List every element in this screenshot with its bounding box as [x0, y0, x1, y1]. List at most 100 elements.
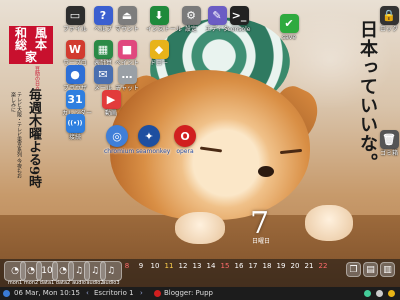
browser-icon: ● — [65, 65, 85, 84]
calendar-day[interactable]: 21 — [302, 262, 316, 270]
desktop-icon-label: 接続 — [68, 134, 81, 141]
desktop-icon-label: 設定 — [184, 26, 197, 33]
calendar-day[interactable]: 15 — [218, 262, 232, 270]
mount-icon: ⏏ — [117, 6, 137, 25]
clock-widget: 7 日曜日 — [250, 206, 370, 246]
desktop-icon-settings[interactable]: ⚙ 設定 — [178, 6, 204, 33]
desktop-icon-mail[interactable]: ✉ メール — [90, 65, 116, 92]
desktop-icon-network[interactable]: ((•)) 接続 — [62, 114, 88, 141]
taskbar-task[interactable]: Blogger: Pupp — [164, 287, 213, 300]
editor-icon: ✎ — [207, 6, 227, 25]
desktop-icon-browser[interactable]: ● ブラウザ — [62, 65, 88, 92]
desktop-icon-label: chromium — [104, 148, 135, 155]
dock-tray-icon[interactable]: ▥ — [380, 262, 395, 277]
desktop-icon-wordpro[interactable]: W ワープロ — [62, 40, 88, 67]
taskbar-datetime[interactable]: 06 Mar, Mon 10:15 — [14, 287, 80, 300]
mail-icon: ✉ — [93, 65, 113, 84]
dock-item-audio3[interactable]: ♫ — [100, 261, 122, 281]
desktop-icon-file[interactable]: ▭ ファイル — [62, 6, 88, 33]
desktop-icon-opera[interactable]: Oopera — [172, 125, 198, 155]
desktop-icon-label: マウント — [114, 26, 139, 33]
desktop-icon-chromium[interactable]: ◎ chromium — [104, 125, 135, 155]
desktop-icon-calendar[interactable]: 31カレンダー — [62, 90, 92, 117]
desktop-icon-label: 動画 — [104, 110, 117, 117]
opera-icon: O — [174, 125, 196, 147]
desktop-icon-mount[interactable]: ⏏ マウント — [114, 6, 140, 33]
paint-icon: ■ — [117, 40, 137, 59]
settings-icon: ⚙ — [181, 6, 201, 25]
calendar-day[interactable]: 10 — [148, 262, 162, 270]
desktop-icon-spreadsheet[interactable]: ▦ 表計算 — [90, 40, 116, 67]
desktop-icon-label: ドロー — [149, 60, 168, 67]
wallpaper-puppy-paw — [175, 212, 225, 244]
calendar-day[interactable]: 22 — [316, 262, 330, 270]
desktop-icon-trash[interactable]: 🗑 ゴミ箱 — [376, 130, 400, 157]
chat-icon: … — [117, 65, 137, 84]
desktop-icon-install[interactable]: ⬇ インストール — [146, 6, 182, 33]
desktop-icon-label: ゴミ箱 — [379, 150, 398, 157]
wordpro-icon: W — [65, 40, 85, 59]
calendar-day[interactable]: 11 — [162, 262, 176, 270]
desktop-icon-help[interactable]: ? ヘルプ — [90, 6, 116, 33]
draw-icon: ◆ — [149, 40, 169, 59]
desktop-icon-save[interactable]: ✔ save — [278, 14, 300, 41]
volume-icon[interactable] — [376, 290, 383, 297]
calendar-day[interactable]: 18 — [260, 262, 274, 270]
workspace-name[interactable]: Escritorio 1 — [94, 287, 134, 300]
calendar-day[interactable]: 16 — [232, 262, 246, 270]
calendar-day[interactable]: 9 — [134, 262, 148, 270]
desktop-icon-chat[interactable]: … チャット — [114, 65, 140, 92]
battery-icon[interactable] — [388, 290, 395, 297]
opera-task-icon — [154, 290, 161, 297]
dock-tray-icon[interactable]: ▤ — [363, 262, 378, 277]
calendar-day[interactable]: 13 — [190, 262, 204, 270]
calendar-day[interactable]: 20 — [288, 262, 302, 270]
desktop-icon-label: opera — [176, 148, 194, 155]
menu-icon[interactable] — [3, 290, 10, 297]
calendar-day[interactable]: 12 — [176, 262, 190, 270]
next-workspace-icon[interactable]: › — [140, 287, 143, 300]
taskbar: 06 Mar, Mon 10:15 ‹ Escritorio 1 › Blogg… — [0, 287, 400, 300]
chromium-icon: ◎ — [106, 125, 128, 147]
dock-item-label: audio3 — [102, 280, 120, 286]
wallpaper-tagline: 日本っていいな。 — [357, 20, 378, 172]
prev-workspace-icon[interactable]: ‹ — [86, 287, 89, 300]
desktop-icon-video[interactable]: ▶ 動画 — [98, 90, 124, 117]
calendar-day[interactable]: 14 — [204, 262, 218, 270]
desktop-icon-label: ファイル — [62, 26, 87, 33]
install-icon: ⬇ — [149, 6, 169, 25]
desktop-icon-seamonkey[interactable]: ✦ seamonkey — [136, 125, 171, 155]
brand-char: 家 — [24, 50, 37, 64]
video-icon: ▶ — [101, 90, 121, 109]
lock-icon: 🔒 — [379, 6, 399, 25]
broadcast-schedule-note: テレビ大阪・テレビ東京系列 今夜もお楽しみに — [10, 92, 22, 179]
calendar-day[interactable]: 17 — [246, 262, 260, 270]
desktop-icon-paint[interactable]: ■ ペイント — [114, 40, 140, 67]
calendar-day[interactable]: 8 — [120, 262, 134, 270]
help-icon: ? — [93, 6, 113, 25]
desktop-icon-console[interactable]: >_ console — [226, 6, 252, 33]
desktop-icon-label: ロック — [379, 26, 398, 33]
desktop-icon-label: インストール — [146, 26, 182, 33]
save-icon: ✔ — [279, 14, 299, 33]
dock-tray-icon[interactable]: ❐ — [346, 262, 361, 277]
file-icon: ▭ — [65, 6, 85, 25]
seamonkey-icon: ✦ — [138, 125, 160, 147]
network-icon: ((•)) — [65, 114, 85, 133]
calendar-day[interactable]: 19 — [274, 262, 288, 270]
network-icon[interactable] — [364, 290, 371, 297]
brand-logo: 和 風 総 本 家 — [9, 26, 53, 64]
trash-icon: 🗑 — [379, 130, 399, 149]
desktop-icon-draw[interactable]: ◆ ドロー — [146, 40, 172, 67]
desktop-icon-label: seamonkey — [136, 148, 171, 155]
desktop-icon-label: console — [227, 26, 251, 33]
desktop-icon-lock[interactable]: 🔒 ロック — [376, 6, 400, 33]
clock-weekday: 日曜日 — [252, 238, 271, 245]
calendar-icon: 31 — [65, 90, 85, 109]
console-icon: >_ — [229, 6, 249, 25]
broadcast-schedule: 毎週木曜よる9時 — [26, 88, 41, 189]
spreadsheet-icon: ▦ — [93, 40, 113, 59]
wallpaper-puppy-nose — [258, 166, 274, 177]
calendar-strip: 8 9 10 11 12 13 14 15 16 17 18 19 20 21 22 — [120, 262, 330, 270]
desktop-icon-label: ヘルプ — [93, 26, 112, 33]
